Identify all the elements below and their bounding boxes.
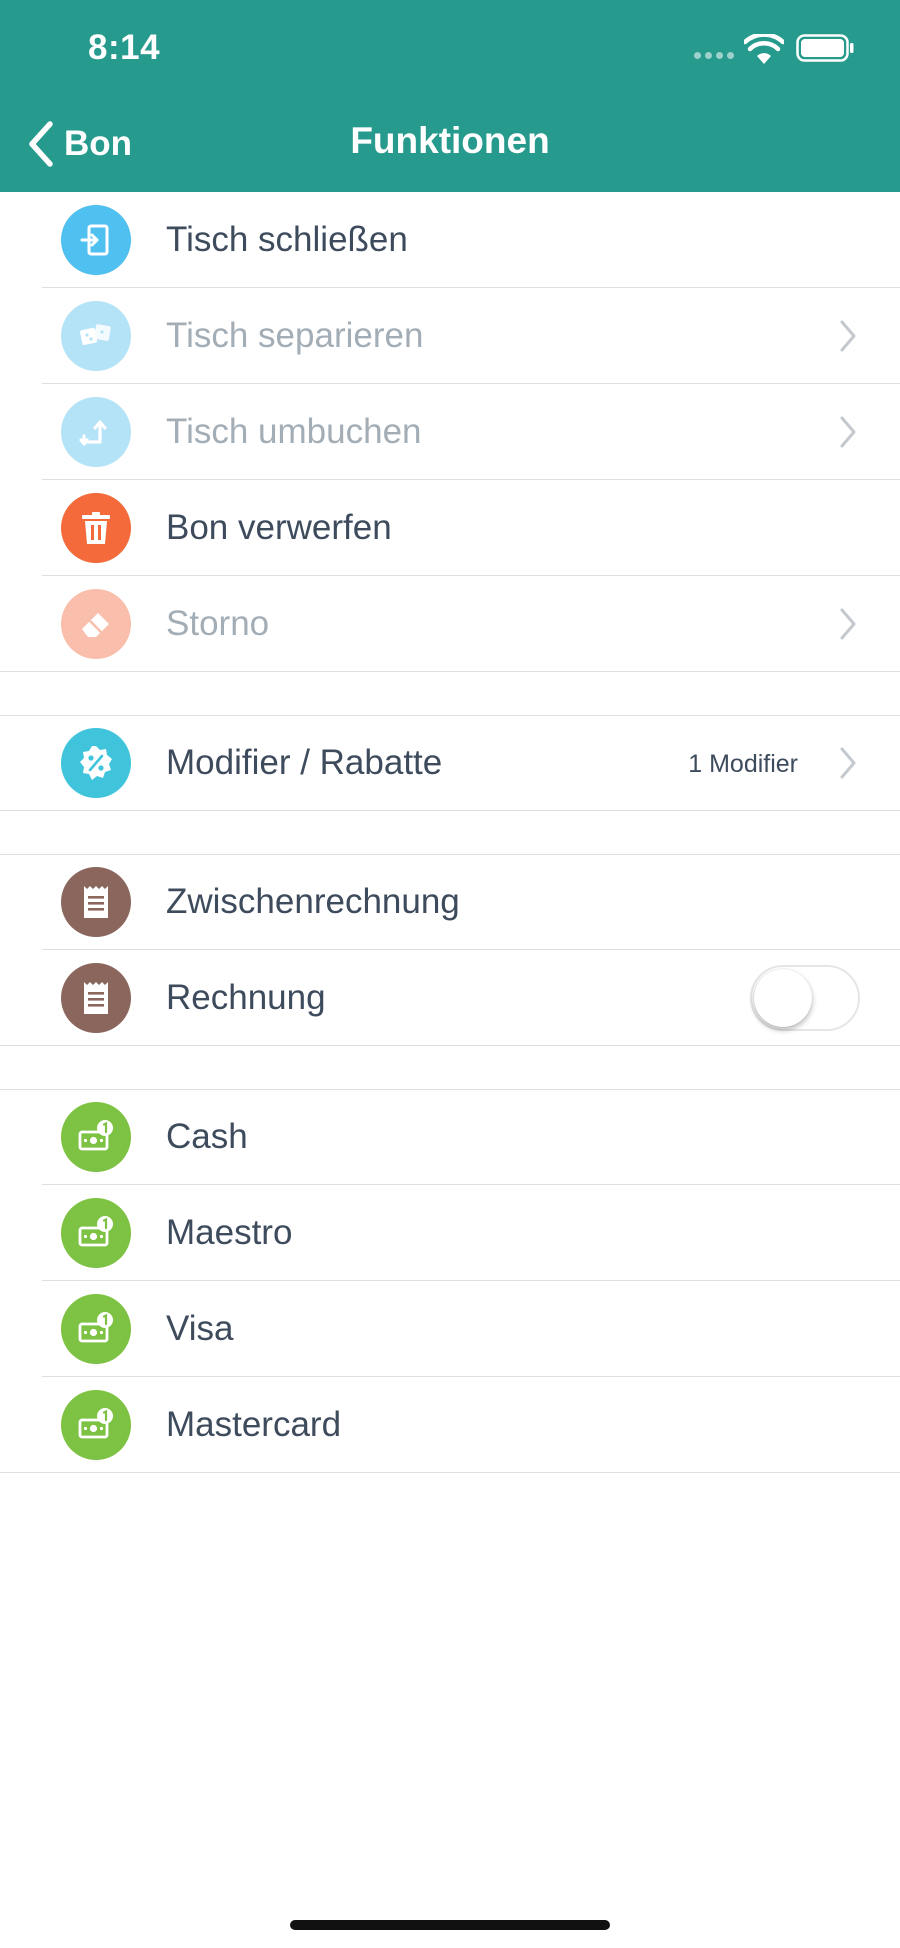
cash-icon bbox=[61, 1198, 131, 1268]
status-time: 8:14 bbox=[88, 28, 161, 67]
row-modifier-rabatte[interactable]: Modifier / Rabatte 1 Modifier bbox=[0, 715, 900, 811]
percent-badge-icon bbox=[61, 728, 131, 798]
row-label: Visa bbox=[166, 1309, 234, 1348]
eraser-icon bbox=[61, 589, 131, 659]
row-label: Bon verwerfen bbox=[166, 508, 392, 547]
modifier-count: 1 Modifier bbox=[688, 750, 798, 778]
row-storno[interactable]: Storno bbox=[0, 576, 900, 672]
row-tisch-umbuchen[interactable]: Tisch umbuchen bbox=[0, 384, 900, 480]
receipt-icon bbox=[61, 963, 131, 1033]
signal-icon bbox=[694, 52, 736, 60]
row-payment-visa[interactable]: Visa bbox=[0, 1281, 900, 1377]
row-label: Rechnung bbox=[166, 978, 326, 1017]
row-label: Maestro bbox=[166, 1213, 293, 1252]
chevron-right-icon bbox=[840, 416, 856, 448]
row-zwischenrechnung[interactable]: Zwischenrechnung bbox=[0, 854, 900, 950]
chevron-right-icon bbox=[840, 608, 856, 640]
row-label: Cash bbox=[166, 1117, 248, 1156]
wifi-icon bbox=[744, 34, 784, 64]
row-label: Zwischenrechnung bbox=[166, 882, 460, 921]
row-tisch-separieren[interactable]: Tisch separieren bbox=[0, 288, 900, 384]
battery-icon bbox=[796, 34, 854, 62]
door-enter-icon bbox=[61, 205, 131, 275]
row-payment-cash[interactable]: Cash bbox=[0, 1089, 900, 1185]
cash-icon bbox=[61, 1102, 131, 1172]
receipt-icon bbox=[61, 867, 131, 937]
row-label: Tisch schließen bbox=[166, 220, 408, 259]
row-tisch-schliessen[interactable]: Tisch schließen bbox=[0, 192, 900, 288]
chevron-right-icon bbox=[840, 320, 856, 352]
header-bar: 8:14 Bon Funktionen bbox=[0, 0, 900, 192]
row-label: Mastercard bbox=[166, 1405, 342, 1444]
home-indicator[interactable] bbox=[290, 1920, 610, 1930]
row-rechnung: Rechnung bbox=[0, 950, 900, 1046]
trash-icon bbox=[61, 493, 131, 563]
transfer-arrows-icon bbox=[61, 397, 131, 467]
row-payment-mastercard[interactable]: Mastercard bbox=[0, 1377, 900, 1473]
row-payment-maestro[interactable]: Maestro bbox=[0, 1185, 900, 1281]
chevron-right-icon bbox=[840, 747, 856, 779]
row-label: Storno bbox=[166, 604, 270, 643]
page-title: Funktionen bbox=[350, 120, 550, 161]
row-bon-verwerfen[interactable]: Bon verwerfen bbox=[0, 480, 900, 576]
cash-icon bbox=[61, 1294, 131, 1364]
rechnung-toggle[interactable] bbox=[750, 965, 860, 1031]
toggle-knob bbox=[754, 969, 812, 1027]
split-table-icon bbox=[61, 301, 131, 371]
row-label: Tisch separieren bbox=[166, 316, 424, 355]
cash-icon bbox=[61, 1390, 131, 1460]
row-label: Modifier / Rabatte bbox=[166, 743, 443, 782]
row-label: Tisch umbuchen bbox=[166, 412, 422, 451]
